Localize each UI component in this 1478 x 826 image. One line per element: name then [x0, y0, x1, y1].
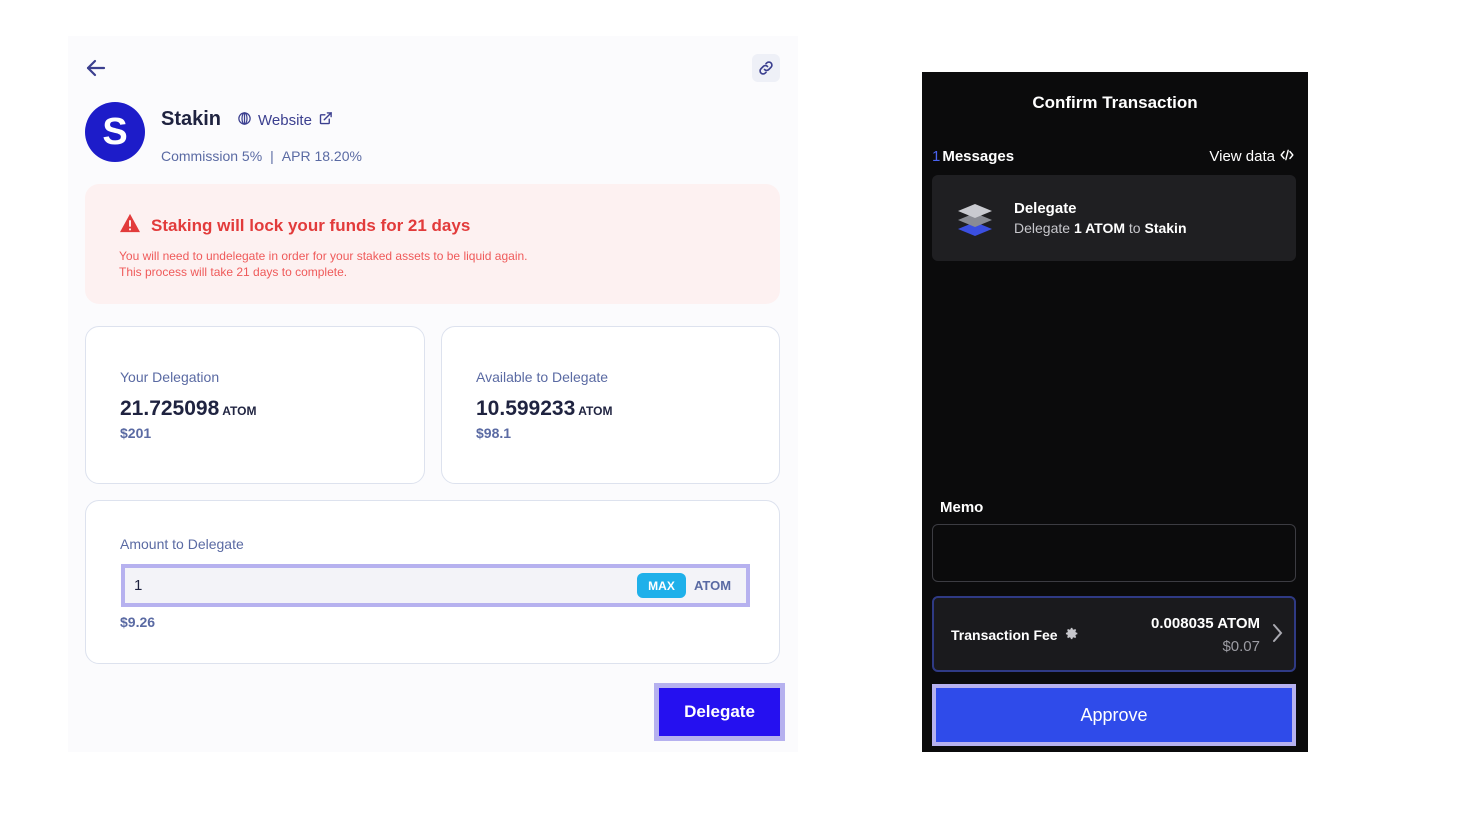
logo-letter: S — [102, 110, 128, 153]
gear-icon[interactable] — [1064, 626, 1079, 644]
max-button[interactable]: MAX — [637, 573, 686, 598]
transaction-fee-row[interactable]: Transaction Fee 0.008035 ATOM $0.07 — [932, 596, 1296, 672]
your-delegation-amount: 21.725098 ATOM — [120, 397, 257, 421]
your-delegation-label: Your Delegation — [120, 369, 220, 385]
delegate-button[interactable]: Delegate — [659, 688, 780, 736]
chevron-right-icon — [1271, 622, 1283, 649]
validator-name: Stakin — [161, 108, 222, 130]
apr-text: APR 18.20% — [281, 148, 362, 164]
your-delegation-card: Your Delegation 21.725098 ATOM $201 — [85, 326, 425, 484]
message-prefix: Delegate — [1014, 220, 1071, 236]
code-icon — [1280, 148, 1294, 165]
validator-logo: S — [85, 102, 145, 162]
messages-count: 1 — [932, 148, 941, 165]
message-validator: Stakin — [1144, 220, 1187, 236]
memo-label: Memo — [940, 499, 984, 516]
approve-button-highlight: Approve — [932, 684, 1296, 746]
amount-value: 21.725098 — [120, 397, 220, 420]
amount-value: 10.599233 — [476, 397, 576, 420]
amount-unit-label: ATOM — [694, 578, 732, 593]
warning-line-2: This process will take 21 days to comple… — [119, 265, 348, 279]
available-usd: $98.1 — [476, 425, 512, 441]
delegate-panel: S Stakin Website Commission 5% | APR 18.… — [68, 36, 798, 752]
message-description: Delegate 1 ATOM to Stakin — [1014, 220, 1187, 236]
delegate-button-highlight: Delegate — [654, 683, 785, 741]
message-title: Delegate — [1014, 200, 1077, 217]
amount-label: Amount to Delegate — [120, 536, 244, 552]
available-card: Available to Delegate 10.599233 ATOM $98.… — [441, 326, 780, 484]
warning-title: Staking will lock your funds for 21 days — [119, 213, 470, 238]
warning-icon — [119, 213, 141, 238]
amount-usd: $9.26 — [120, 614, 156, 630]
message-card[interactable]: Delegate Delegate 1 ATOM to Stakin — [932, 175, 1296, 261]
website-link[interactable]: Website — [237, 111, 333, 130]
link-icon[interactable] — [752, 54, 780, 82]
view-data-link[interactable]: View data — [1209, 148, 1294, 165]
messages-header: 1 Messages — [932, 148, 1014, 165]
fee-amount: 0.008035 ATOM — [1151, 615, 1260, 632]
amount-card: Amount to Delegate MAX ATOM $9.26 — [85, 500, 780, 664]
warning-line-1: You will need to undelegate in order for… — [119, 249, 528, 263]
amount-unit: ATOM — [222, 404, 257, 418]
amount-unit: ATOM — [578, 404, 613, 418]
fee-label: Transaction Fee — [951, 627, 1058, 643]
panel-title: Confirm Transaction — [1032, 93, 1198, 112]
meta-separator: | — [270, 148, 274, 164]
your-delegation-usd: $201 — [120, 425, 152, 441]
warning-body: You will need to undelegate in order for… — [119, 248, 528, 280]
message-amount: 1 ATOM — [1073, 220, 1126, 236]
lock-warning: Staking will lock your funds for 21 days… — [85, 184, 780, 304]
warning-title-text: Staking will lock your funds for 21 days — [151, 215, 471, 235]
external-link-icon — [318, 111, 333, 130]
messages-label: Messages — [942, 148, 1015, 165]
available-amount: 10.599233 ATOM — [476, 397, 613, 421]
fee-usd: $0.07 — [1222, 638, 1260, 655]
back-arrow-icon[interactable] — [84, 56, 108, 80]
validator-meta: Commission 5% | APR 18.20% — [161, 148, 362, 164]
amount-input-wrapper: MAX ATOM — [121, 564, 750, 607]
website-label: Website — [258, 112, 312, 129]
available-label: Available to Delegate — [476, 369, 609, 385]
commission-text: Commission 5% — [161, 148, 263, 164]
layers-icon — [956, 200, 994, 238]
confirm-transaction-panel: Confirm Transaction 1 Messages View data … — [922, 72, 1308, 752]
approve-button[interactable]: Approve — [936, 688, 1292, 742]
globe-icon — [237, 111, 252, 130]
fee-label-group: Transaction Fee — [951, 626, 1079, 644]
memo-input[interactable] — [932, 524, 1296, 582]
message-to: to — [1128, 220, 1141, 236]
amount-input[interactable] — [125, 568, 625, 603]
view-data-label: View data — [1209, 148, 1275, 165]
